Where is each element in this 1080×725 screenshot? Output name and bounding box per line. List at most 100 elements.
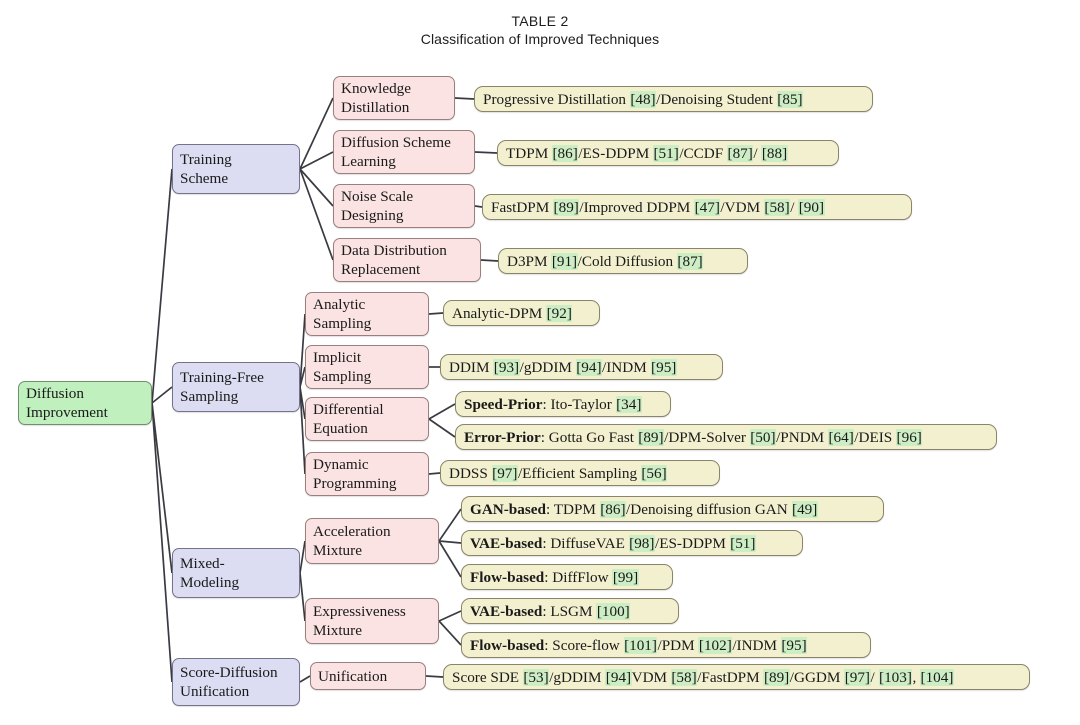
leaf-node-9[interactable]: DDSS [97]/Efficient Sampling [56] <box>440 460 720 486</box>
diagram-canvas: TABLE 2 Classification of Improved Techn… <box>0 0 1080 725</box>
leaf-text: : Score-flow <box>544 636 624 654</box>
leaf-text: , <box>912 668 921 686</box>
leaf-text: /Efficient Sampling <box>517 464 641 482</box>
root-node-diffusion-improvement[interactable]: Diffusion Improvement <box>18 381 152 425</box>
category-node-data-distribution-replacement-label: Data Distribution Replacement <box>341 242 447 278</box>
branch-node-score-diffusion-unification-label: Score-Diffusion Unification <box>180 664 278 700</box>
citation-ref: [64] <box>827 428 855 446</box>
leaf-node-13-label: VAE-based: LSGM [100] <box>470 602 631 621</box>
leaf-node-10[interactable]: GAN-based: TDPM [86]/Denoising diffusion… <box>461 496 884 522</box>
citation-ref: [48] <box>629 90 657 108</box>
citation-ref: [86] <box>552 144 579 162</box>
leaf-node-11[interactable]: VAE-based: DiffuseVAE [98]/ES-DDPM [51] <box>461 530 803 556</box>
citation-ref: [95] <box>650 358 677 376</box>
leaf-text: TDPM <box>506 144 552 162</box>
leaf-text: Progressive Distillation <box>483 90 630 108</box>
citation-ref: [50] <box>749 428 777 446</box>
figure-caption: TABLE 2 Classification of Improved Techn… <box>0 12 1080 48</box>
leaf-node-2-label: TDPM [86]/ES-DDPM [51]/CCDF [87]/ [88] <box>506 144 788 163</box>
citation-ref: [101] <box>623 636 658 654</box>
table-title: Classification of Improved Techniques <box>420 31 660 47</box>
category-node-acceleration-mixture-label: Acceleration Mixture <box>313 523 391 559</box>
leaf-text: /CCDF <box>679 144 728 162</box>
leaf-node-6-label: DDIM [93]/gDDIM [94]/INDM [95] <box>449 358 677 377</box>
leaf-text: /PNDM <box>776 428 828 446</box>
citation-ref: [94] <box>605 668 632 686</box>
leaf-node-14[interactable]: Flow-based: Score-flow [101]/PDM [102]/I… <box>461 632 871 658</box>
category-node-expressiveness-mixture[interactable]: Expressiveness Mixture <box>305 598 439 644</box>
category-node-differential-equation-label: Differential Equation <box>313 401 384 437</box>
leaf-text: /FastDPM <box>697 668 764 686</box>
leaf-node-12-label: Flow-based: DiffFlow [99] <box>470 568 639 587</box>
leaf-node-5[interactable]: Analytic-DPM [92] <box>443 300 600 326</box>
category-node-unification[interactable]: Unification <box>310 662 426 690</box>
citation-ref: [91] <box>551 252 578 270</box>
category-node-acceleration-mixture[interactable]: Acceleration Mixture <box>305 518 439 564</box>
category-node-data-distribution-replacement[interactable]: Data Distribution Replacement <box>333 238 481 282</box>
citation-ref: [49] <box>791 500 818 518</box>
branch-node-score-diffusion-unification[interactable]: Score-Diffusion Unification <box>172 658 300 706</box>
category-node-differential-equation[interactable]: Differential Equation <box>305 397 429 441</box>
leaf-node-3-label: FastDPM [89]/Improved DDPM [47]/VDM [58]… <box>491 198 825 217</box>
citation-ref: [58] <box>763 198 791 216</box>
citation-ref: [97] <box>491 464 518 482</box>
citation-ref: [98] <box>628 534 655 552</box>
category-node-dynamic-programming[interactable]: Dynamic Programming <box>305 452 429 496</box>
category-node-implicit-sampling[interactable]: Implicit Sampling <box>305 345 429 389</box>
branch-node-training-scheme[interactable]: Training Scheme <box>172 144 300 194</box>
branch-node-training-free-sampling-label: Training-Free Sampling <box>180 369 264 405</box>
citation-ref: [94] <box>575 358 603 376</box>
leaf-node-4[interactable]: D3PM [91]/Cold Diffusion [87] <box>498 248 748 274</box>
citation-ref: [34] <box>615 395 642 413</box>
citation-ref: [51] <box>653 144 680 162</box>
leaf-node-13[interactable]: VAE-based: LSGM [100] <box>461 598 679 624</box>
category-node-analytic-sampling[interactable]: Analytic Sampling <box>305 292 429 336</box>
leaf-node-6[interactable]: DDIM [93]/gDDIM [94]/INDM [95] <box>440 354 723 380</box>
branch-node-mixed-modeling[interactable]: Mixed- Modeling <box>172 548 300 598</box>
leaf-text: /Denoising diffusion GAN <box>626 500 792 518</box>
leaf-category: VAE-based <box>470 534 543 552</box>
leaf-node-11-label: VAE-based: DiffuseVAE [98]/ES-DDPM [51] <box>470 534 756 553</box>
citation-ref: [47] <box>694 198 721 216</box>
leaf-text: /Cold Diffusion <box>577 252 677 270</box>
leaf-text: FastDPM <box>491 198 554 216</box>
leaf-text: : LSGM <box>542 602 597 620</box>
category-node-unification-label: Unification <box>318 667 388 685</box>
leaf-node-10-label: GAN-based: TDPM [86]/Denoising diffusion… <box>470 500 818 519</box>
leaf-text: /DEIS <box>854 428 897 446</box>
citation-ref: [89] <box>763 668 790 686</box>
leaf-text: : Ito-Taylor <box>542 395 616 413</box>
citation-ref: [95] <box>780 636 808 654</box>
citation-ref: [92] <box>546 304 573 322</box>
category-node-expressiveness-mixture-label: Expressiveness Mixture <box>313 603 406 639</box>
citation-ref: [56] <box>640 464 668 482</box>
citation-ref: [93] <box>493 358 520 376</box>
citation-ref: [53] <box>522 668 550 686</box>
category-node-implicit-sampling-label: Implicit Sampling <box>313 349 372 385</box>
citation-ref: [89] <box>553 198 580 216</box>
leaf-text: /gDDIM <box>519 358 576 376</box>
leaf-text: /INDM <box>602 358 651 376</box>
branch-node-mixed-modeling-label: Mixed- Modeling <box>180 555 240 591</box>
leaf-node-2[interactable]: TDPM [86]/ES-DDPM [51]/CCDF [87]/ [88] <box>497 140 839 166</box>
leaf-text: : DiffuseVAE <box>542 534 629 552</box>
leaf-text: /GGDM <box>789 668 845 686</box>
leaf-node-8[interactable]: Error-Prior: Gotta Go Fast [89]/DPM-Solv… <box>455 424 997 450</box>
category-node-dynamic-programming-label: Dynamic Programming <box>313 456 397 492</box>
leaf-node-12[interactable]: Flow-based: DiffFlow [99] <box>461 564 673 590</box>
leaf-text: /DPM-Solver <box>664 428 750 446</box>
citation-ref: [87] <box>727 144 754 162</box>
leaf-text: : DiffFlow <box>544 568 613 586</box>
leaf-node-15[interactable]: Score SDE [53]/gDDIM [94]VDM [58]/FastDP… <box>443 664 1030 690</box>
category-node-diffusion-scheme-learning[interactable]: Diffusion Scheme Learning <box>333 130 475 174</box>
branch-node-training-free-sampling[interactable]: Training-Free Sampling <box>172 362 300 412</box>
leaf-node-14-label: Flow-based: Score-flow [101]/PDM [102]/I… <box>470 636 808 655</box>
leaf-node-7[interactable]: Speed-Prior: Ito-Taylor [34] <box>455 391 671 417</box>
leaf-text: /VDM <box>720 198 764 216</box>
category-node-knowledge-distillation[interactable]: Knowledge Distillation <box>333 76 455 120</box>
leaf-text: DDSS <box>449 464 492 482</box>
leaf-node-3[interactable]: FastDPM [89]/Improved DDPM [47]/VDM [58]… <box>482 194 912 220</box>
citation-ref: [58] <box>670 668 698 686</box>
category-node-noise-scale-designing[interactable]: Noise Scale Designing <box>333 184 475 228</box>
leaf-node-1[interactable]: Progressive Distillation [48]/Denoising … <box>474 86 873 112</box>
